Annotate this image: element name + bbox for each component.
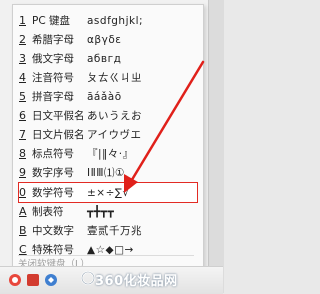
menu-item-sample: あいうえお [87,110,142,122]
menu-item-label: 注音符号 [32,72,74,84]
menu-item-sample: αβγδε [87,33,122,46]
menu-item-key: B [19,224,27,237]
menu-item-key: 8 [19,147,26,160]
menu-item-label: 数字序号 [32,167,74,179]
menu-item-key: 3 [19,52,26,65]
menu-item-greek[interactable]: 2 希腊字母 αβγδε [19,30,197,49]
app-icon[interactable] [26,273,40,287]
menu-item-zhuyin[interactable]: 4 注音符号 ㄆㄊㄍㄐㄓ [19,68,197,87]
menu-item-sample: ⅠⅡⅢ⑴① [87,167,125,179]
menu-item-label: 制表符 [32,206,64,218]
menu-item-chinese-numerals[interactable]: B 中文数字 壹贰千万兆 [19,221,197,240]
menu-item-pc-keyboard[interactable]: 1 PC 键盘 asdfghjkl; [19,11,197,30]
menu-item-key: 9 [19,166,26,179]
menu-item-label: 日文平假名 [32,110,85,122]
menu-item-key: 5 [19,90,26,103]
menu-item-box-drawing[interactable]: A 制表符 ┳╋┳┳ [19,202,197,221]
menu-item-key: A [19,205,27,218]
menu-item-pinyin[interactable]: 5 拼音字母 āáǎàō [19,87,197,106]
menu-item-sample: āáǎàō [87,90,122,103]
menu-item-sample: asdfghjkl; [87,14,144,27]
menu-item-label: 俄文字母 [32,53,74,65]
menu-item-sample: абвгд [87,52,122,65]
app-icon[interactable] [8,273,22,287]
menu-item-key: 7 [19,128,26,141]
menu-item-sample: 『|‖々·』 [87,148,134,160]
menu-item-hiragana[interactable]: 6 日文平假名 あいうえお [19,106,197,125]
menu-item-math-symbols[interactable]: 0 数学符号 ±×÷∑√ [18,182,198,203]
menu-item-numerals[interactable]: 9 数字序号 ⅠⅡⅢ⑴① [19,163,197,182]
menu-item-label: 日文片假名 [32,129,85,141]
menu-item-key: 2 [19,33,26,46]
menu-item-label: 中文数字 [32,225,74,237]
menu-item-sample: アイウヴエ [87,129,142,141]
menu-item-key: 4 [19,71,26,84]
menu-item-sample: ㄆㄊㄍㄐㄓ [87,72,142,84]
menu-item-sample: ±×÷∑√ [87,186,130,199]
menu-item-sample: ┳╋┳┳ [87,205,115,218]
soft-keyboard-menu: 1 PC 键盘 asdfghjkl; 2 希腊字母 αβγδε 3 俄文字母 а… [12,4,204,268]
watermark-logo-icon [81,271,95,285]
menu-item-label: 拼音字母 [32,91,74,103]
watermark-text: 360化妆品网 [95,274,178,289]
window-edge [208,0,224,293]
menu-item-label: 希腊字母 [32,34,74,46]
menu-item-label: 标点符号 [32,148,74,160]
menu-item-key: 1 [19,14,26,27]
menu-item-sample: ▲☆◆□→ [87,243,134,256]
menu-item-key: 0 [19,186,26,199]
app-icon[interactable] [44,273,58,287]
menu-item-punctuation[interactable]: 8 标点符号 『|‖々·』 [19,144,197,163]
menu-item-katakana[interactable]: 7 日文片假名 アイウヴエ [19,125,197,144]
menu-item-label: PC 键盘 [32,15,71,27]
menu-item-russian[interactable]: 3 俄文字母 абвгд [19,49,197,68]
menu-item-sample: 壹贰千万兆 [87,225,142,237]
menu-item-key: 6 [19,109,26,122]
menu-item-label: 数学符号 [32,187,74,199]
